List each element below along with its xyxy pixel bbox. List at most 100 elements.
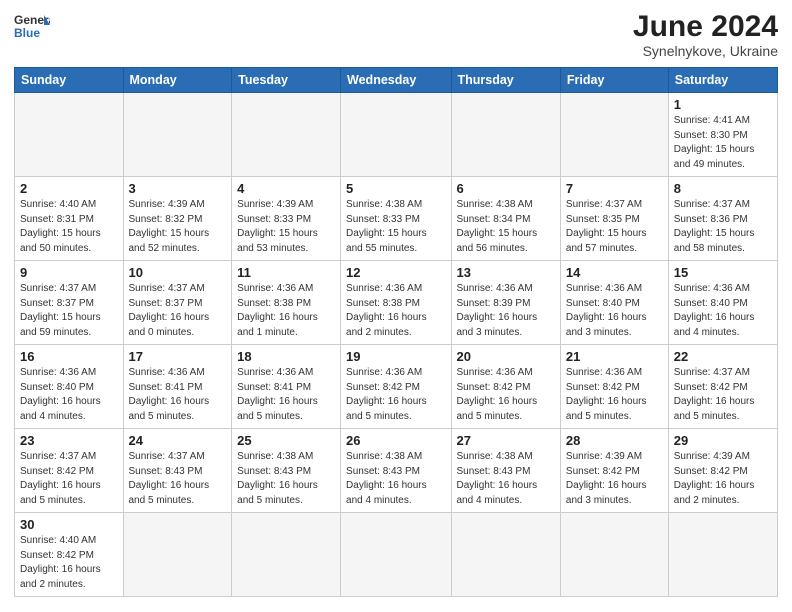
day-info: Sunrise: 4:38 AM Sunset: 8:33 PM Dayligh… [346,198,445,256]
day-info: Sunrise: 4:38 AM Sunset: 8:43 PM Dayligh… [237,450,335,508]
logo: General Blue [14,10,50,40]
weekday-header-tuesday: Tuesday [232,68,341,93]
day-info: Sunrise: 4:37 AM Sunset: 8:42 PM Dayligh… [20,450,118,508]
calendar-location: Synelnykove, Ukraine [633,43,778,59]
day-number: 29 [674,433,772,448]
calendar-cell [560,513,668,597]
day-info: Sunrise: 4:36 AM Sunset: 8:41 PM Dayligh… [237,366,335,424]
day-info: Sunrise: 4:38 AM Sunset: 8:43 PM Dayligh… [457,450,555,508]
day-number: 10 [129,265,227,280]
calendar-cell: 10 Sunrise: 4:37 AM Sunset: 8:37 PM Dayli… [123,261,232,345]
day-number: 28 [566,433,663,448]
weekday-header-wednesday: Wednesday [341,68,451,93]
day-number: 4 [237,181,335,196]
day-info: Sunrise: 4:36 AM Sunset: 8:38 PM Dayligh… [346,282,445,340]
calendar-table: SundayMondayTuesdayWednesdayThursdayFrid… [14,67,778,597]
calendar-cell: 15Sunrise: 4:36 AM Sunset: 8:40 PM Dayli… [668,261,777,345]
calendar-cell: 21Sunrise: 4:36 AM Sunset: 8:42 PM Dayli… [560,345,668,429]
day-number: 7 [566,181,663,196]
day-number: 20 [457,349,555,364]
day-info: Sunrise: 4:39 AM Sunset: 8:42 PM Dayligh… [566,450,663,508]
calendar-cell [668,513,777,597]
weekday-header-thursday: Thursday [451,68,560,93]
calendar-cell: 22Sunrise: 4:37 AM Sunset: 8:42 PM Dayli… [668,345,777,429]
calendar-cell: 20 Sunrise: 4:36 AM Sunset: 8:42 PM Dayli… [451,345,560,429]
day-number: 6 [457,181,555,196]
calendar-cell: 18 Sunrise: 4:36 AM Sunset: 8:41 PM Dayli… [232,345,341,429]
day-info: Sunrise: 4:36 AM Sunset: 8:39 PM Dayligh… [457,282,555,340]
calendar-cell: 11 Sunrise: 4:36 AM Sunset: 8:38 PM Dayli… [232,261,341,345]
day-number: 9 [20,265,118,280]
day-info: Sunrise: 4:36 AM Sunset: 8:38 PM Dayligh… [237,282,335,340]
calendar-cell: 14Sunrise: 4:36 AM Sunset: 8:40 PM Dayli… [560,261,668,345]
header: General Blue June 2024 Synelnykove, Ukra… [14,10,778,59]
day-number: 19 [346,349,445,364]
day-info: Sunrise: 4:40 AM Sunset: 8:42 PM Dayligh… [20,534,118,592]
day-info: Sunrise: 4:39 AM Sunset: 8:32 PM Dayligh… [129,198,227,256]
calendar-cell: 16 Sunrise: 4:36 AM Sunset: 8:40 PM Dayli… [15,345,124,429]
weekday-header-row: SundayMondayTuesdayWednesdayThursdayFrid… [15,68,778,93]
weekday-header-monday: Monday [123,68,232,93]
calendar-cell: 12Sunrise: 4:36 AM Sunset: 8:38 PM Dayli… [341,261,451,345]
calendar-cell [123,513,232,597]
calendar-week-row: 30Sunrise: 4:40 AM Sunset: 8:42 PM Dayli… [15,513,778,597]
calendar-cell: 19 Sunrise: 4:36 AM Sunset: 8:42 PM Dayli… [341,345,451,429]
day-info: Sunrise: 4:37 AM Sunset: 8:35 PM Dayligh… [566,198,663,256]
day-info: Sunrise: 4:36 AM Sunset: 8:41 PM Dayligh… [129,366,227,424]
day-info: Sunrise: 4:39 AM Sunset: 8:42 PM Dayligh… [674,450,772,508]
day-info: Sunrise: 4:36 AM Sunset: 8:40 PM Dayligh… [566,282,663,340]
calendar-cell [341,513,451,597]
calendar-cell: 8 Sunrise: 4:37 AM Sunset: 8:36 PM Daylig… [668,177,777,261]
day-number: 13 [457,265,555,280]
day-info: Sunrise: 4:41 AM Sunset: 8:30 PM Dayligh… [674,114,772,172]
calendar-cell: 24Sunrise: 4:37 AM Sunset: 8:43 PM Dayli… [123,429,232,513]
calendar-cell: 13 Sunrise: 4:36 AM Sunset: 8:39 PM Dayli… [451,261,560,345]
calendar-cell: 6 Sunrise: 4:38 AM Sunset: 8:34 PM Daylig… [451,177,560,261]
day-info: Sunrise: 4:38 AM Sunset: 8:43 PM Dayligh… [346,450,445,508]
day-number: 21 [566,349,663,364]
calendar-cell: 29 Sunrise: 4:39 AM Sunset: 8:42 PM Dayli… [668,429,777,513]
calendar-cell [15,93,124,177]
generalblue-icon: General Blue [14,10,50,40]
page: General Blue June 2024 Synelnykove, Ukra… [0,0,792,611]
day-info: Sunrise: 4:36 AM Sunset: 8:42 PM Dayligh… [346,366,445,424]
weekday-header-saturday: Saturday [668,68,777,93]
calendar-week-row: 1Sunrise: 4:41 AM Sunset: 8:30 PM Daylig… [15,93,778,177]
day-number: 5 [346,181,445,196]
calendar-cell: 5 Sunrise: 4:38 AM Sunset: 8:33 PM Daylig… [341,177,451,261]
day-info: Sunrise: 4:36 AM Sunset: 8:40 PM Dayligh… [20,366,118,424]
day-number: 15 [674,265,772,280]
day-number: 27 [457,433,555,448]
calendar-week-row: 2Sunrise: 4:40 AM Sunset: 8:31 PM Daylig… [15,177,778,261]
day-info: Sunrise: 4:37 AM Sunset: 8:36 PM Dayligh… [674,198,772,256]
calendar-cell: 17 Sunrise: 4:36 AM Sunset: 8:41 PM Dayli… [123,345,232,429]
svg-text:Blue: Blue [14,26,40,40]
day-info: Sunrise: 4:37 AM Sunset: 8:37 PM Dayligh… [129,282,227,340]
title-block: June 2024 Synelnykove, Ukraine [633,10,778,59]
day-info: Sunrise: 4:38 AM Sunset: 8:34 PM Dayligh… [457,198,555,256]
calendar-cell: 25 Sunrise: 4:38 AM Sunset: 8:43 PM Dayli… [232,429,341,513]
calendar-cell: 4Sunrise: 4:39 AM Sunset: 8:33 PM Daylig… [232,177,341,261]
day-info: Sunrise: 4:37 AM Sunset: 8:42 PM Dayligh… [674,366,772,424]
day-number: 16 [20,349,118,364]
day-number: 8 [674,181,772,196]
calendar-cell [232,93,341,177]
calendar-cell: 30Sunrise: 4:40 AM Sunset: 8:42 PM Dayli… [15,513,124,597]
calendar-cell [560,93,668,177]
day-number: 18 [237,349,335,364]
calendar-cell: 1Sunrise: 4:41 AM Sunset: 8:30 PM Daylig… [668,93,777,177]
calendar-cell: 9 Sunrise: 4:37 AM Sunset: 8:37 PM Daylig… [15,261,124,345]
calendar-cell: 28 Sunrise: 4:39 AM Sunset: 8:42 PM Dayli… [560,429,668,513]
day-info: Sunrise: 4:37 AM Sunset: 8:37 PM Dayligh… [20,282,118,340]
calendar-cell: 3Sunrise: 4:39 AM Sunset: 8:32 PM Daylig… [123,177,232,261]
day-info: Sunrise: 4:36 AM Sunset: 8:42 PM Dayligh… [457,366,555,424]
day-number: 11 [237,265,335,280]
day-number: 17 [129,349,227,364]
day-number: 23 [20,433,118,448]
calendar-cell: 27 Sunrise: 4:38 AM Sunset: 8:43 PM Dayli… [451,429,560,513]
calendar-cell: 23 Sunrise: 4:37 AM Sunset: 8:42 PM Dayli… [15,429,124,513]
calendar-cell: 7 Sunrise: 4:37 AM Sunset: 8:35 PM Daylig… [560,177,668,261]
day-number: 25 [237,433,335,448]
calendar-cell [451,93,560,177]
day-info: Sunrise: 4:37 AM Sunset: 8:43 PM Dayligh… [129,450,227,508]
